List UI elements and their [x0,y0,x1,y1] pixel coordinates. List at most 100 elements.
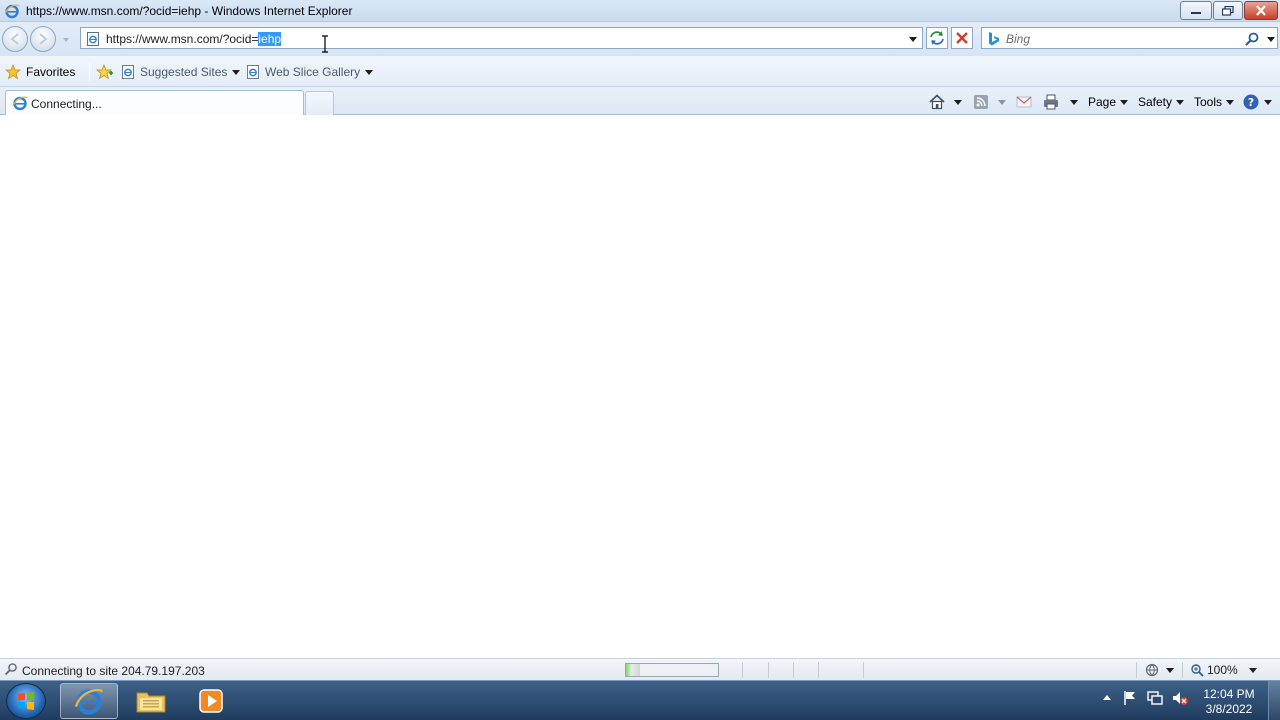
chevron-down-icon [1176,100,1185,105]
new-tab-button[interactable] [305,91,334,115]
back-button[interactable] [2,26,28,52]
ie-page-icon [122,65,134,79]
feeds-button[interactable] [972,92,1007,112]
protected-mode-icon[interactable] [1144,662,1160,678]
chevron-down-icon [1264,100,1272,105]
rss-feed-icon [974,95,988,109]
tools-menu-button[interactable]: Tools [1194,92,1235,112]
chevron-down-icon [1226,100,1235,105]
title-bar: https://www.msn.com/?ocid=iehp - Windows… [0,0,1280,22]
zoom-level: 100% [1207,663,1238,677]
taskbar: 12:04 PM 3/8/2022 [0,680,1280,720]
status-divider [1182,662,1183,678]
system-clock[interactable]: 12:04 PM 3/8/2022 [1198,687,1260,717]
zoom-icon [1191,664,1204,677]
progress-fill [626,664,640,676]
tab-current[interactable]: Connecting... [5,90,304,115]
favorites-item-web-slice-gallery[interactable]: Web Slice Gallery [245,63,374,81]
media-player-icon [199,689,223,713]
address-input[interactable]: https://www.msn.com/?ocid=iehp [106,32,282,46]
window-title: https://www.msn.com/?ocid=iehp - Windows… [26,4,353,18]
loading-progress-bar [625,663,719,677]
search-options-dropdown-icon[interactable] [1266,34,1276,44]
back-arrow-icon [10,33,19,45]
stop-icon [956,32,968,44]
recent-pages-dropdown-icon[interactable] [60,34,72,46]
safety-menu-button[interactable]: Safety [1138,92,1185,112]
help-button[interactable]: ? [1242,92,1273,112]
restore-button[interactable] [1213,1,1243,20]
chevron-down-icon [232,70,241,75]
address-dropdown-icon[interactable] [908,34,918,44]
zoom-dropdown-icon[interactable] [1248,665,1258,675]
favorites-item-suggested-sites[interactable]: Suggested Sites [120,63,241,81]
taskbar-internet-explorer[interactable] [60,683,118,719]
stop-button[interactable] [951,27,973,49]
status-divider [793,662,794,678]
chevron-down-icon[interactable] [1165,665,1175,675]
favorites-item-label: Suggested Sites [140,65,228,79]
search-placeholder[interactable]: Bing [1006,32,1030,46]
status-divider [742,662,743,678]
text-cursor-icon [322,35,328,53]
search-icon[interactable] [1244,31,1260,47]
chevron-down-icon [1070,100,1078,105]
close-window-button[interactable] [1244,1,1278,20]
add-to-favorites-bar-icon[interactable] [96,64,114,80]
volume-muted-icon[interactable] [1171,689,1189,707]
taskbar-media-player[interactable] [182,683,240,719]
windows-logo-icon [18,692,34,710]
status-divider [768,662,769,678]
tab-label: Connecting... [31,97,102,111]
chevron-down-icon [954,100,962,105]
show-desktop-button[interactable] [1268,681,1280,720]
folder-icon [136,692,166,713]
forward-button[interactable] [30,26,56,52]
page-menu-button[interactable]: Page [1088,92,1129,112]
chevron-down-icon [365,70,374,75]
clock-date: 3/8/2022 [1205,702,1253,716]
forward-arrow-icon [39,33,48,45]
page-menu-label: Page [1088,95,1117,109]
internet-explorer-icon [74,688,104,715]
favorites-star-icon [5,64,21,80]
help-icon: ? [1243,94,1259,110]
tab-row: Connecting... Page Safety Tools ? [0,87,1280,115]
chevron-down-icon [1120,100,1129,105]
refresh-button[interactable] [926,27,948,49]
status-divider [1136,662,1137,678]
page-icon [87,32,99,46]
status-search-icon [4,663,17,676]
minimize-button[interactable] [1180,1,1212,20]
safety-menu-label: Safety [1138,95,1173,109]
ie-page-icon [247,65,259,79]
tools-menu-label: Tools [1194,95,1223,109]
zoom-control[interactable]: 100% [1190,662,1238,678]
navigation-bar: https://www.msn.com/?ocid=iehp Bing [0,22,1280,56]
favorites-label: Favorites [26,65,76,79]
home-button[interactable] [928,92,963,112]
show-hidden-icons-icon[interactable] [1098,689,1116,707]
status-message: Connecting to site 204.79.197.203 [22,664,205,678]
taskbar-windows-explorer[interactable] [122,683,180,719]
url-text: https://www.msn.com/?ocid= [106,32,259,46]
action-center-flag-icon[interactable] [1121,689,1139,707]
close-icon [1256,5,1266,16]
address-bar[interactable]: https://www.msn.com/?ocid=iehp [80,27,923,49]
status-divider [863,662,864,678]
svg-text:?: ? [1248,96,1254,109]
home-icon [929,94,945,110]
start-button[interactable] [6,683,46,719]
search-box[interactable]: Bing [981,27,1278,49]
clock-time: 12:04 PM [1203,687,1255,701]
printer-icon [1044,94,1058,110]
print-button[interactable] [1042,92,1079,112]
network-icon[interactable] [1146,689,1164,707]
favorites-separator [89,63,90,81]
internet-explorer-icon [4,4,20,19]
favorites-button[interactable]: Favorites [5,63,75,81]
refresh-icon [930,31,944,45]
chevron-down-icon [998,100,1006,105]
read-mail-button[interactable] [1015,92,1033,112]
status-divider [818,662,819,678]
